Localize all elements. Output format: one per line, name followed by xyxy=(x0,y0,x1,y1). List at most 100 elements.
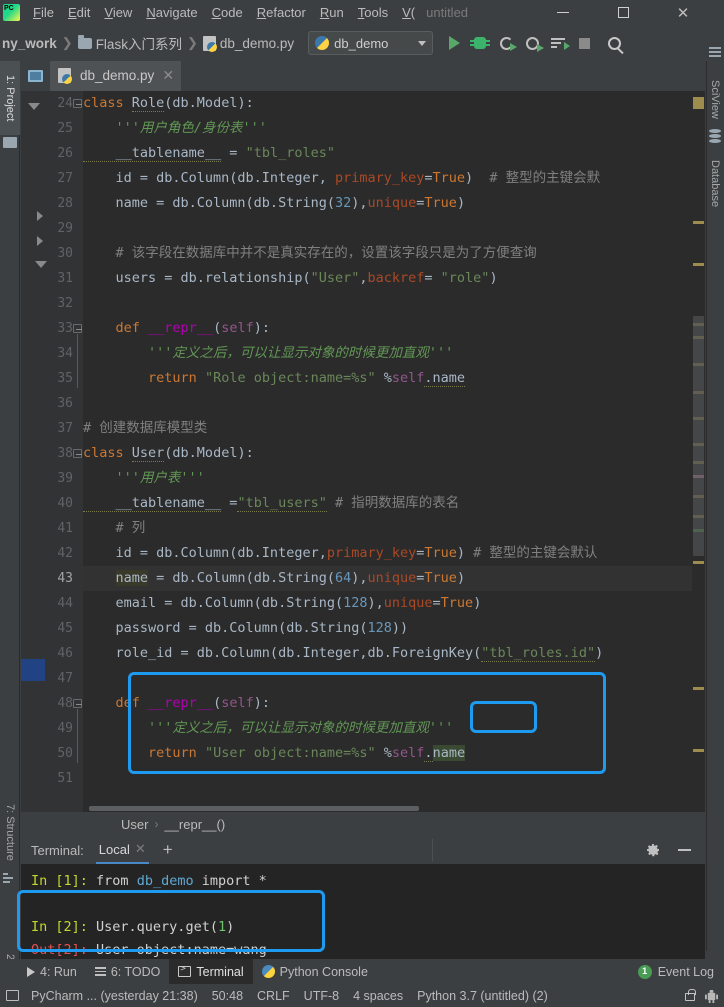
terminal-tab-close-icon[interactable]: ✕ xyxy=(135,841,146,857)
tab-close-icon[interactable]: ✕ xyxy=(162,67,174,84)
menu-run[interactable]: Run xyxy=(313,0,351,25)
code-line[interactable] xyxy=(83,766,705,791)
run-concurrency-button[interactable] xyxy=(545,30,571,56)
breadcrumb-project[interactable]: ny_work xyxy=(2,36,57,51)
layout-icon[interactable] xyxy=(6,990,19,1001)
editor-vscrollbar-thumb[interactable] xyxy=(693,316,704,556)
status-caret-position[interactable]: 50:48 xyxy=(205,989,250,1003)
editor-marker-bar[interactable] xyxy=(692,91,705,812)
run-configuration-selector[interactable]: db_demo xyxy=(308,31,434,55)
code-line[interactable]: def __repr__(self): xyxy=(83,316,705,341)
terminal-add-button[interactable]: + xyxy=(163,840,173,860)
window-close-icon[interactable]: ✕ xyxy=(660,0,706,25)
menu-view[interactable]: View xyxy=(97,0,139,25)
status-line-separator[interactable]: CRLF xyxy=(250,989,297,1003)
marker-stripe[interactable] xyxy=(693,687,704,690)
fold-arrow-right-icon[interactable] xyxy=(37,236,43,246)
debug-button[interactable] xyxy=(467,30,493,56)
editor-breadcrumb[interactable]: User › __repr__() xyxy=(21,812,705,836)
bottom-item-run[interactable]: 4: Run xyxy=(18,959,86,984)
tab-db-demo-py[interactable]: db_demo.py ✕ xyxy=(50,61,182,91)
sidebar-item-database[interactable]: Database xyxy=(706,143,724,225)
code-content[interactable]: class Role(db.Model): '''用户角色/身份表''' __t… xyxy=(83,91,705,812)
run-coverage-button[interactable] xyxy=(493,30,519,56)
code-line[interactable]: return "User object:name=%s" %self.name xyxy=(83,741,705,766)
code-line[interactable] xyxy=(83,391,705,416)
sidebar-item-project[interactable]: 1: Project xyxy=(0,61,20,135)
code-line[interactable]: return "Role object:name=%s" %self.name xyxy=(83,366,705,391)
marker-stripe[interactable] xyxy=(693,561,704,564)
hide-tabs-button[interactable] xyxy=(21,61,50,91)
terminal-tab-local[interactable]: Local ✕ xyxy=(95,836,149,864)
breadcrumb-method[interactable]: __repr__() xyxy=(164,817,225,832)
editor-hscrollbar[interactable] xyxy=(83,805,705,812)
code-line[interactable] xyxy=(83,291,705,316)
editor-hscrollbar-thumb[interactable] xyxy=(89,806,419,811)
fold-arrow-down-icon[interactable] xyxy=(35,261,47,268)
lock-icon[interactable] xyxy=(685,989,696,1001)
editor-gutter[interactable]: 24 25 26 27 28 29 30 31 32 33 34 35 36 37 38 39 40 41 42 43… xyxy=(21,91,83,812)
sidebar-item-sciview[interactable]: SciView xyxy=(706,63,724,135)
menu-refactor[interactable]: Refactor xyxy=(250,0,313,25)
menu-tools[interactable]: Tools xyxy=(351,0,395,25)
code-line[interactable]: name = db.Column(db.String(32),unique=Tr… xyxy=(83,191,705,216)
marker-stripe[interactable] xyxy=(693,97,704,109)
fold-toggle-icon[interactable] xyxy=(73,99,82,108)
code-line[interactable]: password = db.Column(db.String(128)) xyxy=(83,616,705,641)
profile-button[interactable] xyxy=(519,30,545,56)
menu-navigate[interactable]: Navigate xyxy=(139,0,204,25)
code-line[interactable]: email = db.Column(db.String(128),unique=… xyxy=(83,591,705,616)
sidebar-item-structure[interactable]: 7: Structure xyxy=(0,791,20,873)
fold-toggle-icon[interactable] xyxy=(73,324,82,333)
search-everywhere-button[interactable] xyxy=(601,30,627,56)
bottom-item-todo[interactable]: 6: TODO xyxy=(86,959,170,984)
code-line[interactable]: # 列 xyxy=(83,516,705,541)
status-interpreter[interactable]: Python 3.7 (untitled) (2) xyxy=(410,989,555,1003)
code-line[interactable]: id = db.Column(db.Integer, primary_key=T… xyxy=(83,166,705,191)
terminal-hide-icon[interactable] xyxy=(678,849,691,851)
event-log-button[interactable]: 1 Event Log xyxy=(637,964,714,979)
breadcrumb-file[interactable]: db_demo.py xyxy=(202,35,294,52)
marker-stripe[interactable] xyxy=(693,263,704,266)
marker-stripe[interactable] xyxy=(693,749,704,752)
code-line[interactable]: class Role(db.Model): xyxy=(83,91,705,116)
code-line[interactable] xyxy=(83,216,705,241)
fold-toggle-icon[interactable] xyxy=(73,449,82,458)
code-line[interactable]: role_id = db.Column(db.Integer,db.Foreig… xyxy=(83,641,705,666)
menu-edit[interactable]: Edit xyxy=(61,0,97,25)
fold-arrow-right-icon[interactable] xyxy=(37,211,43,221)
bottom-item-terminal[interactable]: Terminal xyxy=(169,959,253,984)
code-line[interactable] xyxy=(83,666,705,691)
code-line[interactable]: # 该字段在数据库中并不是真实存在的，设置该字段只是为了方便查询 xyxy=(83,241,705,266)
status-indent[interactable]: 4 spaces xyxy=(346,989,410,1003)
fold-toggle-icon[interactable] xyxy=(73,699,82,708)
gear-icon[interactable] xyxy=(645,842,661,858)
window-minimize-icon[interactable] xyxy=(540,0,586,25)
code-line[interactable]: users = db.relationship("User",backref= … xyxy=(83,266,705,291)
code-line[interactable]: __tablename__ = "tbl_roles" xyxy=(83,141,705,166)
breadcrumb-folder[interactable]: Flask入门系列 xyxy=(77,33,182,53)
marker-stripe[interactable] xyxy=(693,221,704,224)
inspector-icon[interactable] xyxy=(705,989,718,1003)
code-line[interactable]: name = db.Column(db.String(64),unique=Tr… xyxy=(83,566,705,591)
menu-file[interactable]: File xyxy=(26,0,61,25)
status-last-action[interactable]: PyCharm ... (yesterday 21:38) xyxy=(24,989,205,1003)
breadcrumb-class[interactable]: User xyxy=(121,817,148,832)
terminal-output[interactable]: In [1]: from db_demo import * In [2]: Us… xyxy=(21,864,705,959)
code-line[interactable]: '''定义之后，可以让显示对象的时候更加直观''' xyxy=(83,716,705,741)
window-maximize-icon[interactable] xyxy=(600,0,646,25)
code-line[interactable]: '''用户表''' xyxy=(83,466,705,491)
run-button[interactable] xyxy=(441,30,467,56)
code-line[interactable]: # 创建数据库模型类 xyxy=(83,416,705,441)
code-line[interactable]: class User(db.Model): xyxy=(83,441,705,466)
code-line[interactable]: def __repr__(self): xyxy=(83,691,705,716)
menu-code[interactable]: Code xyxy=(205,0,250,25)
code-line[interactable]: '''用户角色/身份表''' xyxy=(83,116,705,141)
code-editor[interactable]: 24 25 26 27 28 29 30 31 32 33 34 35 36 37 38 39 40 41 42 43… xyxy=(21,91,705,812)
code-line[interactable]: id = db.Column(db.Integer,primary_key=Tr… xyxy=(83,541,705,566)
fold-arrow-down-icon[interactable] xyxy=(28,103,40,110)
bottom-item-python-console[interactable]: Python Console xyxy=(253,959,377,984)
stop-button[interactable] xyxy=(571,30,597,56)
status-encoding[interactable]: UTF-8 xyxy=(297,989,346,1003)
code-line[interactable]: '''定义之后，可以让显示对象的时候更加直观''' xyxy=(83,341,705,366)
